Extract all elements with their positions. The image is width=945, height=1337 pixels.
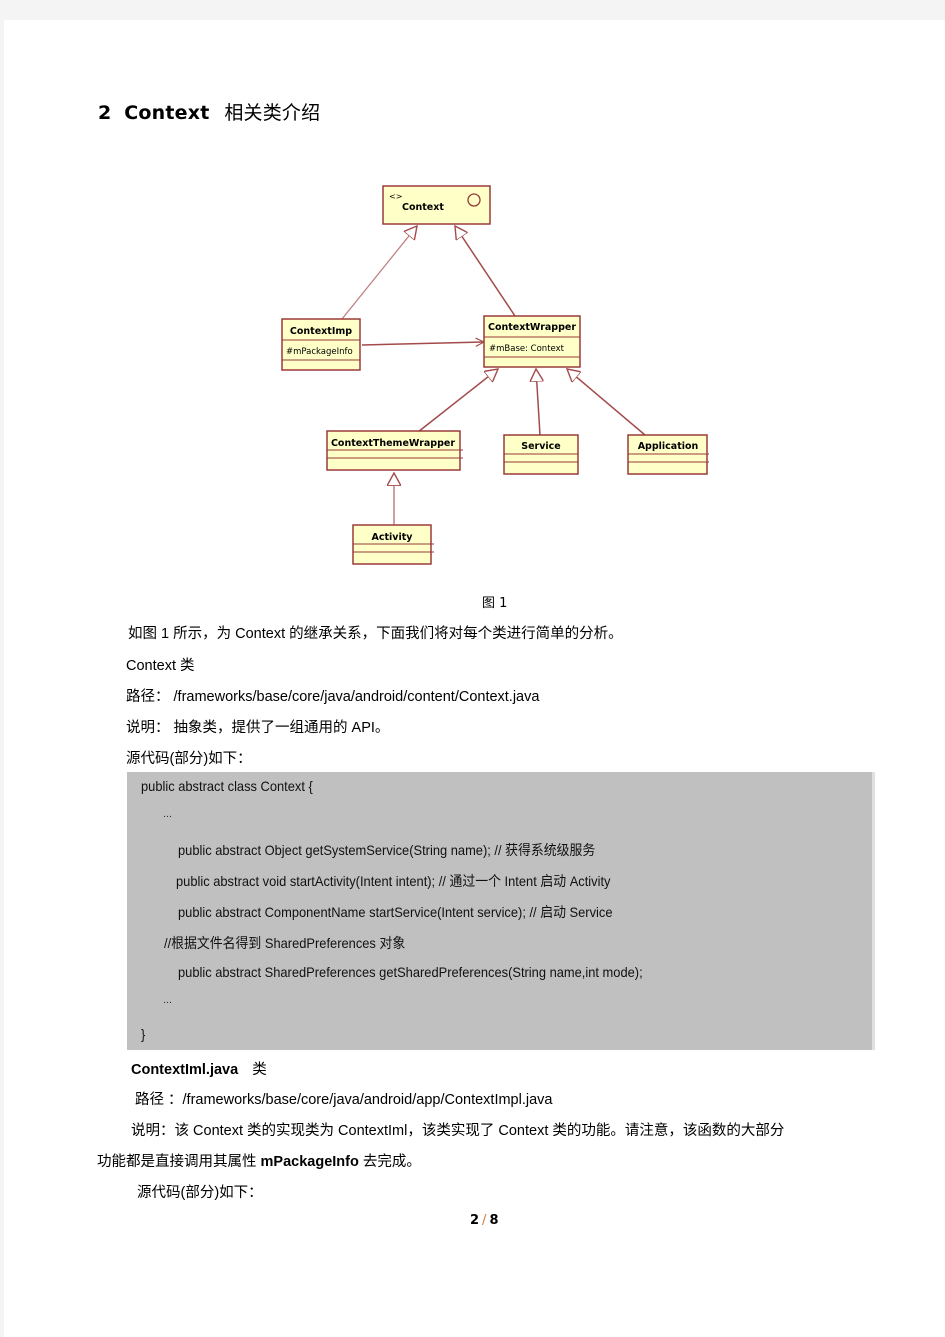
- class-context-name: Context: [402, 202, 444, 213]
- edge-contextimp-to-context: [341, 226, 417, 320]
- edge-contextwrapper-to-context: [455, 226, 516, 317]
- total-pages: 8: [489, 1213, 499, 1228]
- class-service-name: Service: [521, 441, 561, 452]
- code-line: public abstract void startActivity(Inten…: [176, 873, 611, 889]
- code-line: …: [163, 995, 173, 1006]
- contextimpl-class-description-line2: 功能都是直接调用其属性 mPackageInfo 去完成。: [97, 1150, 421, 1171]
- class-contextwrapper-name: ContextWrapper: [488, 322, 576, 333]
- class-activity-name: Activity: [372, 532, 414, 543]
- context-class-title: Context 类: [126, 658, 195, 674]
- edge-application-to-contextwrapper: [567, 369, 646, 436]
- code-block: public abstract class Context { … public…: [127, 772, 875, 1050]
- figure-caption: 图 1: [482, 596, 508, 611]
- class-contextimp: ContextImp #mPackageInfo: [281, 318, 361, 371]
- context-class-description: 说明： 抽象类，提供了一组通用的 API。: [126, 720, 390, 736]
- desc-line2-suffix: 去完成。: [358, 1154, 421, 1170]
- current-page: 2: [470, 1213, 480, 1228]
- code-line: public abstract class Context {: [141, 778, 313, 794]
- class-contextimp-name: ContextImp: [290, 326, 352, 337]
- document-page: 2 Context 相关类介绍 <> Context ContextImp #m…: [4, 20, 945, 1337]
- class-service: Service: [503, 434, 579, 475]
- contextimpl-title-name: ContextIml.java: [131, 1062, 239, 1078]
- class-contextwrapper-attribute: #mBase: Context: [489, 344, 565, 354]
- page-separator: /: [482, 1213, 487, 1228]
- class-contextthemewrapper-name: ContextThemeWrapper: [331, 438, 455, 449]
- edge-service-to-contextwrapper: [536, 369, 540, 436]
- class-activity: Activity: [352, 524, 434, 565]
- code-line: //根据文件名得到 SharedPreferences 对象: [164, 935, 406, 951]
- desc-line2-bold: mPackageInfo: [260, 1154, 359, 1170]
- uml-class-diagram: <> Context ContextImp #mPackageInfo Cont…: [281, 185, 709, 565]
- contextimpl-source-label: 源代码(部分)如下：: [137, 1185, 263, 1201]
- code-line: public abstract SharedPreferences getSha…: [178, 964, 643, 980]
- edge-themewrapper-to-contextwrapper: [417, 369, 498, 433]
- contextimpl-title-suffix: 类: [252, 1062, 267, 1078]
- contextimpl-class-path: 路径 ：/frameworks/base/core/java/android/a…: [135, 1092, 553, 1108]
- class-context-stereotype: <>: [389, 192, 402, 201]
- code-line: …: [163, 809, 173, 820]
- class-contextwrapper: ContextWrapper #mBase: Context: [483, 315, 581, 368]
- class-contextthemewrapper: ContextThemeWrapper: [326, 430, 463, 471]
- contextimpl-class-description-line1: 说明：该 Context 类的实现类为 ContextIml，该类实现了 Con…: [131, 1123, 785, 1139]
- class-application-name: Application: [638, 441, 699, 452]
- code-line: }: [141, 1026, 146, 1042]
- context-class-path: 路径： /frameworks/base/core/java/android/c…: [126, 689, 540, 705]
- code-line: public abstract Object getSystemService(…: [178, 842, 596, 858]
- class-contextimp-attribute: #mPackageInfo: [286, 347, 353, 357]
- edge-contextwrapper-to-contextimp: [361, 342, 484, 345]
- page-number: 2/8: [470, 1213, 498, 1228]
- class-application: Application: [627, 434, 709, 475]
- context-source-label: 源代码(部分)如下：: [126, 751, 252, 767]
- code-line: public abstract ComponentName startServi…: [178, 904, 613, 920]
- class-context: <> Context: [382, 185, 491, 225]
- intro-paragraph: 如图 1 所示，为 Context 的继承关系，下面我们将对每个类进行简单的分析…: [128, 626, 623, 642]
- contextimpl-class-title: ContextIml.java 类: [131, 1058, 267, 1079]
- desc-line2-prefix: 功能都是直接调用其属性: [97, 1154, 261, 1170]
